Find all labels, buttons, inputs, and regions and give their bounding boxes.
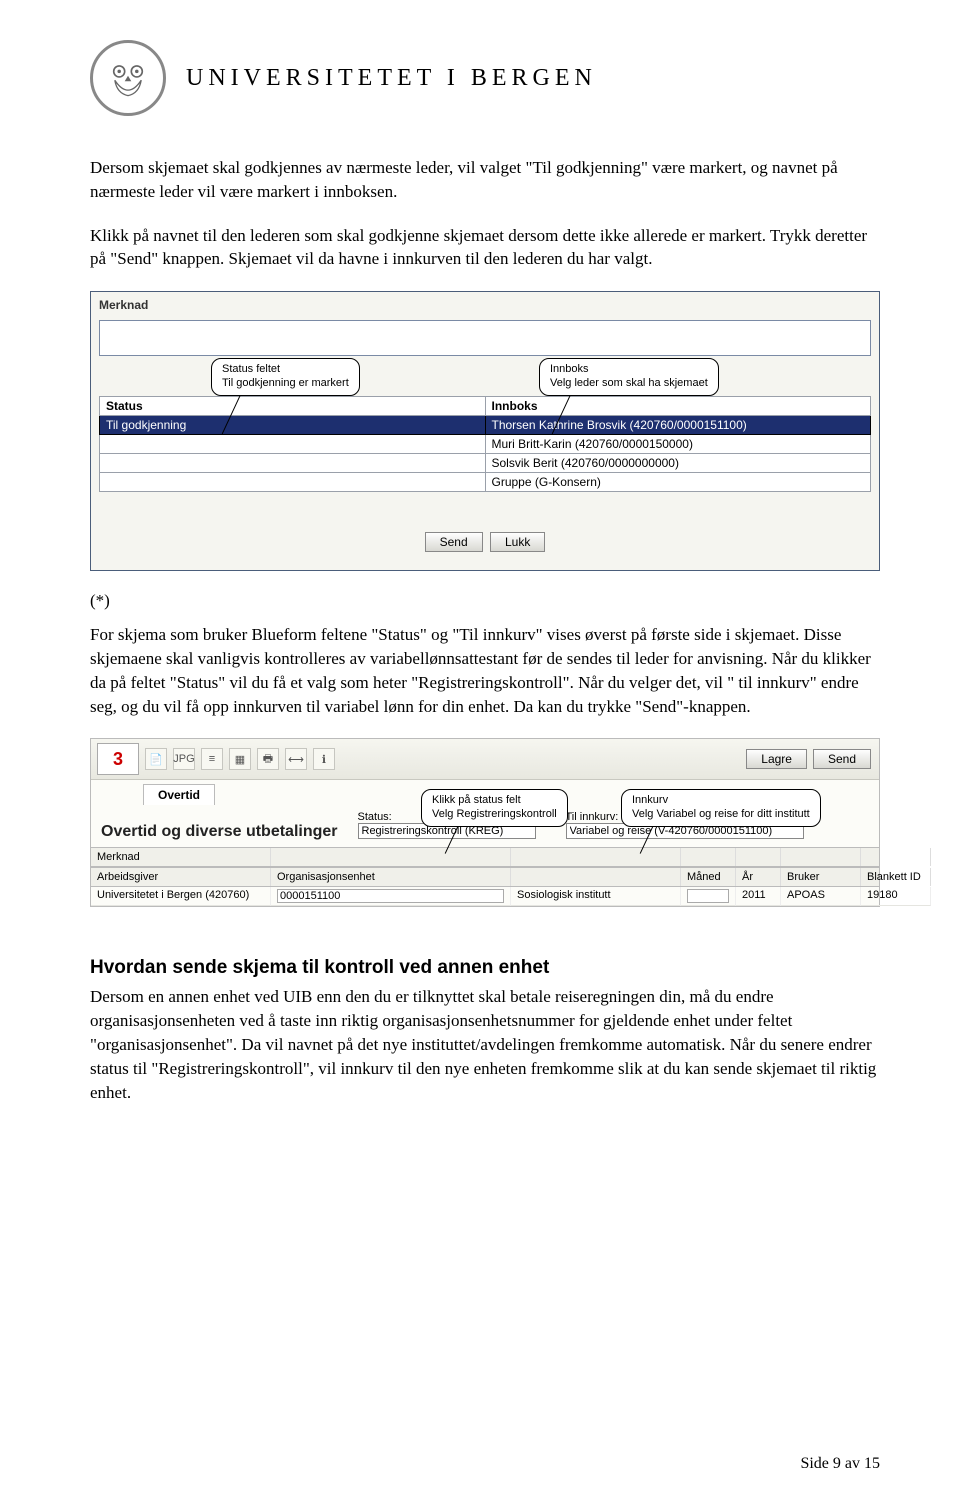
toolbar-icon[interactable]: ▦: [229, 748, 251, 770]
innboks-row[interactable]: Gruppe (G-Konsern): [485, 473, 871, 492]
lagre-button[interactable]: Lagre: [746, 749, 807, 769]
col-arbeidsgiver: Arbeidsgiver: [91, 868, 271, 886]
screenshot-overtid: 3 📄 JPG ≡ ▦ 🖶 ⟷ ℹ Lagre Send Overtid Kli…: [90, 738, 880, 907]
university-seal: [90, 40, 166, 116]
page-number: Side 9 av 15: [800, 1455, 880, 1473]
status-column-header: Status: [100, 397, 486, 416]
asterisk-marker: (*): [90, 591, 880, 611]
university-name: UNIVERSITETET I BERGEN: [186, 65, 597, 92]
grid-row: Universitetet i Bergen (420760) Sosiolog…: [91, 887, 879, 906]
paragraph-1: Dersom skjemaet skal godkjennes av nærme…: [90, 156, 880, 204]
callout-klikk-status: Klikk på status felt Velg Registreringsk…: [421, 789, 568, 827]
tab-overtid[interactable]: Overtid: [143, 784, 215, 805]
innboks-row[interactable]: Muri Britt-Karin (420760/0000150000): [485, 435, 871, 454]
toolbar-icon[interactable]: 📄: [145, 748, 167, 770]
col-ar: År: [736, 868, 781, 886]
section-heading: Hvordan sende skjema til kontroll ved an…: [90, 957, 880, 979]
col-merknad: Merknad: [91, 848, 271, 866]
innboks-row[interactable]: Solsvik Berit (420760/0000000000): [485, 454, 871, 473]
callout-innboks: Innboks Velg leder som skal ha skjemaet: [539, 358, 719, 396]
paragraph-3: For skjema som bruker Blueform feltene "…: [90, 623, 880, 718]
screenshot-status-innboks: Merknad Status feltet Til godkjenning er…: [90, 291, 880, 571]
status-innboks-table: Status Innboks Til godkjenning Thorsen K…: [99, 396, 871, 492]
innboks-column-header: Innboks: [485, 397, 871, 416]
grid-header: Merknad: [91, 847, 879, 867]
merknad-field[interactable]: [99, 320, 871, 356]
toolbar-icon[interactable]: 🖶: [257, 748, 279, 770]
callout-innkurv: Innkurv Velg Variabel og reise for ditt …: [621, 789, 821, 827]
col-organisasjonsenhet: Organisasjonsenhet: [271, 868, 511, 886]
org-kode-input[interactable]: [277, 889, 504, 903]
merknad-label: Merknad: [91, 292, 879, 318]
toolbar-icon[interactable]: ℹ: [313, 748, 335, 770]
cell-org-navn: Sosiologisk institutt: [511, 887, 681, 906]
maned-input[interactable]: [687, 889, 729, 903]
innboks-row-selected[interactable]: Thorsen Kathrine Brosvik (420760/0000151…: [485, 416, 871, 435]
cell-ar: 2011: [736, 887, 781, 906]
owl-icon: [106, 56, 150, 100]
toolbar: 3 📄 JPG ≡ ▦ 🖶 ⟷ ℹ Lagre Send: [91, 739, 879, 780]
app-logo-icon: 3: [97, 743, 139, 775]
toolbar-icon[interactable]: ≡: [201, 748, 223, 770]
status-value-selected[interactable]: Til godkjenning: [100, 416, 486, 435]
cell-bruker: APOAS: [781, 887, 861, 906]
send-button[interactable]: Send: [425, 532, 483, 552]
col-blankett: Blankett ID: [861, 868, 931, 886]
col-bruker: Bruker: [781, 868, 861, 886]
callout-status: Status feltet Til godkjenning er markert: [211, 358, 360, 396]
grid-header: Arbeidsgiver Organisasjonsenhet Måned År…: [91, 867, 879, 887]
col-maned: Måned: [681, 868, 736, 886]
paragraph-4: Dersom en annen enhet ved UIB enn den du…: [90, 985, 880, 1104]
toolbar-icon[interactable]: ⟷: [285, 748, 307, 770]
paragraph-2: Klikk på navnet til den lederen som skal…: [90, 224, 880, 272]
toolbar-icon[interactable]: JPG: [173, 748, 195, 770]
cell-blankett: 19180: [861, 887, 931, 906]
lukk-button[interactable]: Lukk: [490, 532, 545, 552]
page-header: UNIVERSITETET I BERGEN: [90, 40, 880, 116]
form-title: Overtid og diverse utbetalinger: [91, 805, 348, 847]
cell-arbeidsgiver: Universitetet i Bergen (420760): [91, 887, 271, 906]
send-button[interactable]: Send: [813, 749, 871, 769]
